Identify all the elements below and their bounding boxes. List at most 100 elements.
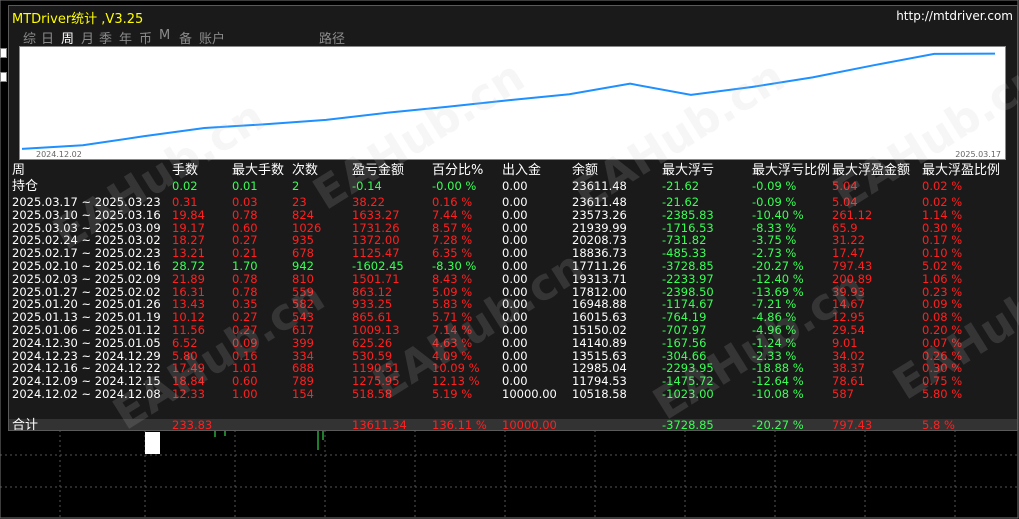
- column-header[interactable]: 周: [12, 163, 25, 178]
- table-cell: 19313.71: [572, 271, 627, 286]
- curve-end-date: 2025.03.17: [955, 150, 1001, 159]
- tab-8[interactable]: 备: [179, 28, 192, 47]
- table-cell: 1501.71: [352, 271, 400, 286]
- table-cell: -12.40 %: [752, 271, 804, 286]
- table-cell: 0.07 %: [922, 335, 963, 350]
- table-cell: 1.00: [232, 387, 258, 401]
- tab-7[interactable]: M: [159, 28, 170, 43]
- table-cell: 6.52: [172, 335, 198, 350]
- table-cell: 19.84: [172, 207, 205, 222]
- curve-start-date: 2024.12.02: [36, 150, 82, 159]
- table-cell: 200.89: [832, 271, 873, 286]
- row-label: 2025.03.10 ~ 2025.03.16: [12, 207, 161, 222]
- table-cell: 518.58: [352, 387, 393, 401]
- total-row[interactable]: 合计 233.83 13611.34 136.11 % 10000.00 -3728.85…: [9, 418, 1017, 431]
- column-header[interactable]: 余额: [572, 163, 598, 178]
- table-cell: 625.26: [352, 335, 393, 350]
- table-row[interactable]: 2025.02.03 ~ 2025.02.09 21.89 0.78 810 1501.…: [9, 271, 1017, 286]
- table-cell: 23611.48: [572, 179, 627, 193]
- side-scroll-marker[interactable]: [0, 72, 7, 82]
- table-cell: 5.80 %: [922, 387, 963, 401]
- tab-4[interactable]: 季: [99, 28, 112, 47]
- tab-5[interactable]: 年: [119, 28, 132, 47]
- table-cell: 5.19 %: [432, 387, 473, 401]
- column-header[interactable]: 最大浮亏: [662, 163, 714, 178]
- table-cell: -167.56: [662, 335, 707, 350]
- table-cell: -0.00 %: [432, 179, 477, 193]
- column-header[interactable]: 出入金: [502, 163, 541, 178]
- column-header[interactable]: 次数: [292, 163, 318, 178]
- table-cell: 13611.34: [352, 418, 407, 431]
- table-cell: 10000.00: [502, 418, 557, 431]
- table-cell: 0.09: [232, 335, 258, 350]
- panel-title: MTDriver统计 ,V3.25: [12, 12, 144, 27]
- column-header[interactable]: 盈亏金额: [352, 163, 404, 178]
- tab-0[interactable]: 综: [23, 28, 36, 47]
- table-cell: 0.00: [502, 207, 528, 222]
- table-row[interactable]: 2024.12.30 ~ 2025.01.05 6.52 0.09 399 625.26…: [9, 335, 1017, 350]
- table-cell: 0.02 %: [922, 179, 963, 193]
- table-cell: 1633.27: [352, 207, 400, 222]
- column-header[interactable]: 最大浮盈金额: [832, 163, 910, 178]
- table-cell: 12.33: [172, 387, 205, 401]
- table-cell: 399: [292, 335, 314, 350]
- mtdriver-stats-panel: MTDriver统计 ,V3.25 http://mtdriver.com 综日…: [8, 5, 1018, 431]
- column-header[interactable]: 最大浮亏比例: [752, 163, 830, 178]
- table-row[interactable]: 2025.03.10 ~ 2025.03.16 19.84 0.78 824 1633.…: [9, 207, 1017, 222]
- tab-10[interactable]: 路径: [319, 28, 345, 47]
- chart-white-marker: [145, 432, 160, 454]
- table-cell: 136.11 %: [432, 418, 487, 431]
- side-scroll-marker[interactable]: [0, 48, 7, 58]
- table-cell: 797.43: [832, 418, 873, 431]
- table-header-row: 周 手数 最大手数 次数 盈亏金额 百分比% 出入金 余额 最大浮亏 最大浮亏比例 最大浮盈金额 最大…: [9, 163, 1017, 178]
- tab-3[interactable]: 月: [81, 28, 94, 47]
- table-cell: 4.63 %: [432, 335, 473, 350]
- table-cell: -0.14: [352, 179, 382, 193]
- table-cell: 0.78: [232, 207, 258, 222]
- table-cell: 14140.89: [572, 335, 627, 350]
- website-link[interactable]: http://mtdriver.com: [896, 9, 1013, 23]
- table-cell: 0.00: [502, 271, 528, 286]
- table-cell: 154: [292, 387, 314, 401]
- column-header[interactable]: 百分比%: [432, 163, 483, 178]
- table-cell: 0.01: [232, 179, 258, 193]
- equity-curve-chart: 2024.12.02 2025.03.17: [19, 46, 1006, 160]
- equity-curve-svg: [21, 52, 996, 150]
- table-cell: 261.12: [832, 207, 873, 222]
- table-cell: 0.02: [172, 179, 198, 193]
- row-label: 合计: [12, 418, 39, 431]
- open-positions-row[interactable]: 持仓 0.02 0.01 2 -0.14 -0.00 % 0.00 23611.48 -21.6…: [9, 179, 1017, 194]
- table-cell: 0.00: [502, 335, 528, 350]
- table-cell: 824: [292, 207, 314, 222]
- table-cell: -1023.00: [662, 387, 714, 401]
- column-header[interactable]: 最大浮盈比例: [922, 163, 1000, 178]
- table-cell: 0.78: [232, 271, 258, 286]
- table-cell: 5.04: [832, 179, 858, 193]
- column-header[interactable]: 手数: [172, 163, 198, 178]
- table-cell: 1.14 %: [922, 207, 963, 222]
- table-cell: 810: [292, 271, 314, 286]
- table-row[interactable]: 2024.12.02 ~ 2024.12.08 12.33 1.00 154 518.5…: [9, 387, 1017, 401]
- tab-2[interactable]: 周: [61, 28, 74, 47]
- table-cell: -20.27 %: [752, 418, 804, 431]
- table-cell: -2385.83: [662, 207, 714, 222]
- table-cell: 9.01: [832, 335, 858, 350]
- tab-1[interactable]: 日: [41, 28, 54, 47]
- row-label: 2024.12.02 ~ 2024.12.08: [12, 387, 161, 401]
- table-cell: 8.43 %: [432, 271, 473, 286]
- table-cell: 7.44 %: [432, 207, 473, 222]
- row-label: 2025.02.03 ~ 2025.02.09: [12, 271, 161, 286]
- table-cell: -3728.85: [662, 418, 714, 431]
- table-cell: -10.40 %: [752, 207, 804, 222]
- tab-9[interactable]: 账户: [199, 28, 225, 47]
- table-cell: -10.08 %: [752, 387, 804, 401]
- table-cell: 0.00: [502, 179, 528, 193]
- table-cell: 21.89: [172, 271, 205, 286]
- column-header[interactable]: 最大手数: [232, 163, 284, 178]
- table-cell: 587: [832, 387, 854, 401]
- tab-6[interactable]: 币: [139, 28, 152, 47]
- equity-curve-line: [21, 52, 996, 150]
- table-cell: 10000.00: [502, 387, 557, 401]
- table-cell: 5.8 %: [922, 418, 955, 431]
- row-label: 持仓: [12, 179, 39, 194]
